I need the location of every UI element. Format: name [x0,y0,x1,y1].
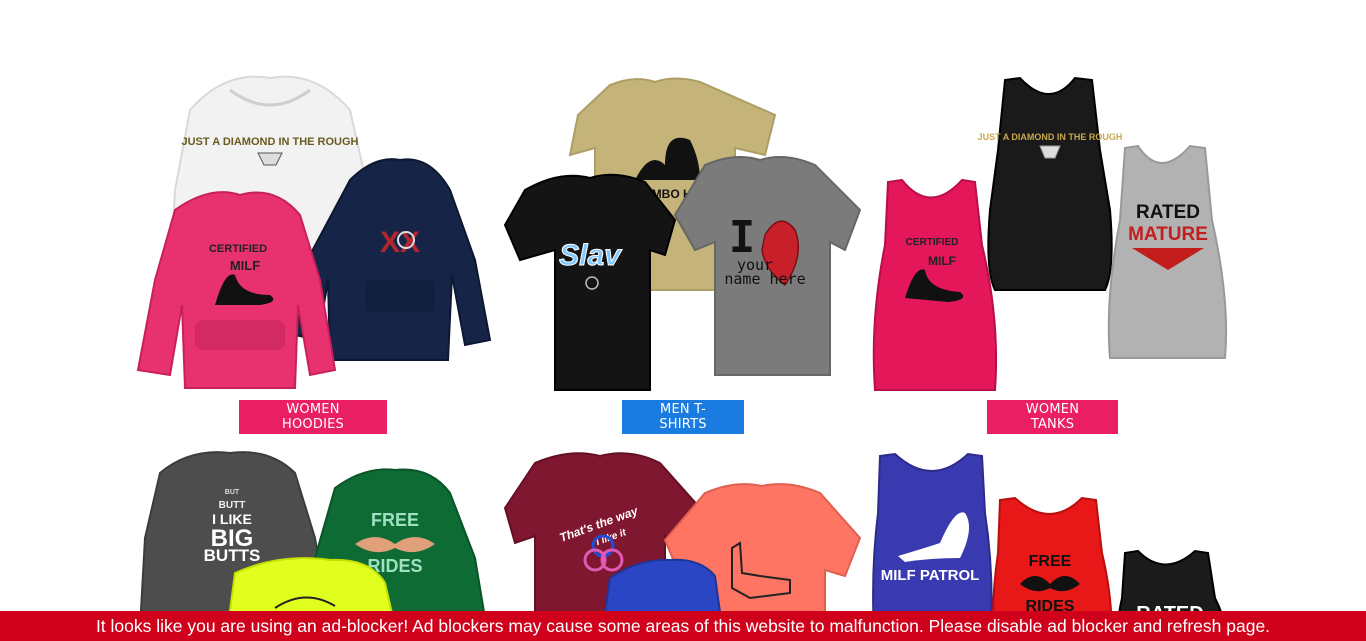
mature-print: MATURE [1128,224,1208,245]
free-print-hoodie: FREE [371,510,419,530]
butts-print: BUTTS [204,546,261,565]
certified-print-pink-hoodie: CERTIFIED [209,243,267,255]
svg-text:Slav: Slav [559,239,623,272]
free-print-tank: FREE [1029,553,1072,570]
women-tshirts-image[interactable]: That's the way I like it [500,448,870,613]
butts-small1-print: BUT [225,489,240,496]
black-tank-2: RATED [1118,549,1223,613]
diamond-print-black-tank: JUST A DIAMOND IN THE ROUGH [978,132,1123,142]
milf-patrol-print: MILF PATROL [881,567,980,584]
butts-small2-print: BUTT [219,500,246,511]
rated-print: RATED [1136,202,1200,223]
milf-print-pink-hoodie: MILF [230,258,260,273]
women-hoodies-image[interactable]: JUST A DIAMOND IN THE ROUGH XX CERTIFIED… [130,70,500,395]
gray-tank: RATED MATURE [1107,144,1228,359]
red-tank: FREE RIDES [992,496,1113,613]
diamond-print-white-hoodie: JUST A DIAMOND IN THE ROUGH [181,136,358,148]
women-hoodies-button[interactable]: WOMEN HOODIES [239,400,387,434]
blue-tank: MILF PATROL [872,452,993,613]
black-tshirt: Slav [503,173,677,391]
men-tshirts-image[interactable]: BIMBO HU Slav I your name here [500,70,870,395]
ad-blocker-banner: It looks like you are using an ad-blocke… [0,611,1366,641]
women-tanks-button[interactable]: WOMEN TANKS [987,400,1118,434]
men-tshirts-button[interactable]: MEN T-SHIRTS [622,400,744,434]
women-tanks-image[interactable]: JUST A DIAMOND IN THE ROUGH RATED MATURE… [870,70,1240,395]
milf-print-pink-tank: MILF [928,254,956,268]
ad-blocker-message: It looks like you are using an ad-blocke… [95,615,1271,636]
black-tank: JUST A DIAMOND IN THE ROUGH [978,76,1123,291]
men-hoodies-image[interactable]: BUT BUTT I LIKE BIG BUTTS FREE RIDES [130,448,500,613]
pink-tank: CERTIFIED MILF [872,178,998,391]
name-here-print: name here [724,270,805,288]
men-tanks-image[interactable]: MILF PATROL FREE RIDES RATED [870,448,1240,613]
certified-print-pink-tank: CERTIFIED [906,237,959,248]
